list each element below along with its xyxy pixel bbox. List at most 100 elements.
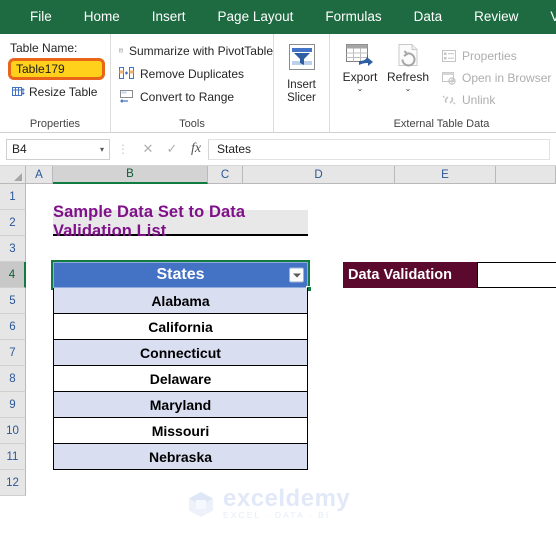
name-box[interactable]: B4 ▾ bbox=[6, 138, 110, 160]
open-in-browser-icon bbox=[442, 72, 456, 85]
table-header-text: States bbox=[156, 266, 205, 283]
spreadsheet-grid: A B C D E 1 2 3 4 5 6 7 8 9 10 11 12 Sam… bbox=[0, 166, 556, 522]
chevron-down-icon[interactable]: ▾ bbox=[100, 145, 104, 154]
ribbon-group-slicer: Insert Slicer bbox=[273, 34, 329, 133]
ribbon-tab-home[interactable]: Home bbox=[68, 0, 136, 34]
exceldemy-logo-icon bbox=[189, 491, 213, 517]
ribbon-tab-page-layout[interactable]: Page Layout bbox=[202, 0, 310, 34]
remove-duplicates-icon bbox=[119, 67, 134, 79]
column-header-overflow bbox=[496, 166, 556, 184]
row-header-10[interactable]: 10 bbox=[0, 418, 26, 444]
ribbon-tab-file[interactable]: File bbox=[14, 0, 68, 34]
column-header-d[interactable]: D bbox=[243, 166, 395, 184]
excel-window: File Home Insert Page Layout Formulas Da… bbox=[0, 0, 556, 535]
cell-b7[interactable]: Connecticut bbox=[53, 340, 308, 366]
remove-duplicates-button[interactable]: Remove Duplicates bbox=[119, 62, 273, 85]
row-header-7[interactable]: 7 bbox=[0, 340, 26, 366]
cell-area: Sample Data Set to Data Validation List … bbox=[26, 184, 556, 522]
select-all-corner[interactable] bbox=[0, 166, 26, 184]
refresh-icon bbox=[398, 44, 418, 67]
cell-b6[interactable]: California bbox=[53, 314, 308, 340]
row-header-4[interactable]: 4 bbox=[0, 262, 26, 288]
convert-to-range-icon bbox=[120, 90, 133, 103]
cell-b2-title[interactable]: Sample Data Set to Data Validation List bbox=[53, 203, 308, 240]
properties-label: Properties bbox=[462, 49, 517, 63]
row-header-6[interactable]: 6 bbox=[0, 314, 26, 340]
unlink-button: Unlink bbox=[442, 89, 551, 111]
table-name-label: Table Name: bbox=[10, 41, 78, 55]
open-in-browser-button: Open in Browser bbox=[442, 67, 551, 89]
export-caret-icon[interactable]: ⌄ bbox=[357, 85, 364, 93]
ribbon-group-external-table-data: Export ⌄ Refresh ⌄ Properties Open in Br… bbox=[329, 34, 553, 133]
insert-slicer-label-line1: Insert bbox=[287, 79, 316, 91]
remove-duplicates-label: Remove Duplicates bbox=[140, 66, 245, 81]
column-header-c[interactable]: C bbox=[208, 166, 243, 184]
insert-slicer-button[interactable] bbox=[287, 42, 317, 77]
cell-b11[interactable]: Nebraska bbox=[53, 444, 308, 470]
tools-group-label: Tools bbox=[179, 118, 205, 130]
row-header-2[interactable]: 2 bbox=[0, 210, 26, 236]
resize-table-icon bbox=[12, 87, 25, 96]
convert-to-range-button[interactable]: Convert to Range bbox=[119, 85, 273, 108]
properties-group-label: Properties bbox=[29, 118, 81, 130]
cell-b8[interactable]: Delaware bbox=[53, 366, 308, 392]
ribbon-tab-data[interactable]: Data bbox=[398, 0, 459, 34]
row-header-8[interactable]: 8 bbox=[0, 366, 26, 392]
table-name-input[interactable]: Table179 bbox=[8, 58, 105, 80]
refresh-caret-icon[interactable]: ⌄ bbox=[405, 85, 412, 93]
ribbon-tab-view[interactable]: View bbox=[534, 0, 556, 34]
cell-e4-data-validation-input[interactable] bbox=[477, 262, 556, 288]
column-header-e[interactable]: E bbox=[395, 166, 496, 184]
ribbon-tab-formulas[interactable]: Formulas bbox=[309, 0, 397, 34]
watermark: exceldemy EXCEL · DATA · BI bbox=[186, 487, 350, 520]
unlink-label: Unlink bbox=[462, 93, 496, 107]
insert-slicer-label-line2: Slicer bbox=[287, 92, 316, 104]
confirm-formula-button[interactable]: ✓ bbox=[160, 141, 184, 157]
open-in-browser-label: Open in Browser bbox=[462, 71, 552, 85]
refresh-label: Refresh bbox=[386, 70, 430, 84]
insert-function-button[interactable]: fx bbox=[184, 141, 208, 157]
cell-d4-data-validation-label[interactable]: Data Validation bbox=[343, 262, 477, 288]
ribbon-tab-insert[interactable]: Insert bbox=[136, 0, 202, 34]
row-header-column: 1 2 3 4 5 6 7 8 9 10 11 12 bbox=[0, 184, 26, 522]
column-header-b[interactable]: B bbox=[53, 166, 208, 184]
filter-dropdown-icon[interactable] bbox=[289, 267, 304, 283]
row-header-12[interactable]: 12 bbox=[0, 470, 26, 496]
row-header-11[interactable]: 11 bbox=[0, 444, 26, 470]
insert-slicer-icon bbox=[288, 44, 315, 70]
formula-bar-divider: ⋮ bbox=[117, 142, 129, 156]
ribbon-body: Table Name: Table179 Resize Table Proper… bbox=[0, 34, 556, 133]
resize-table-button[interactable]: Resize Table bbox=[10, 85, 110, 99]
export-icon bbox=[346, 44, 373, 66]
name-box-value: B4 bbox=[12, 142, 27, 156]
watermark-tagline: EXCEL · DATA · BI bbox=[223, 510, 331, 520]
watermark-name: exceldemy bbox=[223, 485, 351, 512]
summarize-with-pivottable-label: Summarize with PivotTable bbox=[128, 43, 273, 58]
row-header-9[interactable]: 9 bbox=[0, 392, 26, 418]
cell-b9[interactable]: Maryland bbox=[53, 392, 308, 418]
grid-body: 1 2 3 4 5 6 7 8 9 10 11 12 Sample Data S… bbox=[0, 184, 556, 522]
cell-b10[interactable]: Missouri bbox=[53, 418, 308, 444]
row-header-5[interactable]: 5 bbox=[0, 288, 26, 314]
properties-button: Properties bbox=[442, 45, 551, 67]
ribbon-tab-review[interactable]: Review bbox=[458, 0, 534, 34]
summarize-with-pivottable-button[interactable]: Summarize with PivotTable bbox=[119, 39, 273, 62]
ribbon-tab-strip: File Home Insert Page Layout Formulas Da… bbox=[0, 0, 556, 34]
export-label: Export bbox=[342, 70, 378, 84]
convert-to-range-label: Convert to Range bbox=[140, 89, 235, 104]
column-header-a[interactable]: A bbox=[26, 166, 53, 184]
resize-table-label: Resize Table bbox=[29, 85, 98, 99]
column-header-row: A B C D E bbox=[0, 166, 556, 184]
cell-b5[interactable]: Alabama bbox=[53, 288, 308, 314]
row-header-1[interactable]: 1 bbox=[0, 184, 26, 210]
cancel-formula-button[interactable]: ✕ bbox=[136, 141, 160, 157]
pivot-table-icon bbox=[119, 48, 123, 53]
unlink-icon bbox=[442, 95, 456, 105]
ribbon-group-properties: Table Name: Table179 Resize Table Proper… bbox=[0, 34, 110, 133]
external-table-data-group-label: External Table Data bbox=[393, 118, 490, 130]
ribbon-group-tools: Summarize with PivotTable Remove Duplica… bbox=[110, 34, 273, 133]
cell-b4-table-header[interactable]: States bbox=[53, 262, 308, 288]
formula-input[interactable]: States bbox=[208, 138, 550, 160]
formula-bar: B4 ▾ ⋮ ✕ ✓ fx States bbox=[0, 133, 556, 166]
row-header-3[interactable]: 3 bbox=[0, 236, 26, 262]
